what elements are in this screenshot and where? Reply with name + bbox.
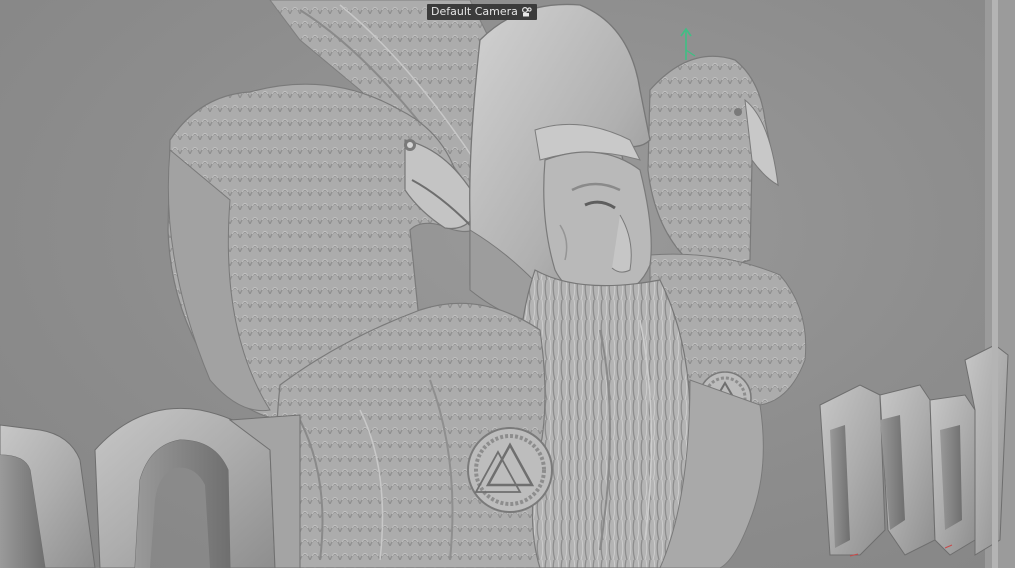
camera-selector[interactable]: Default Camera xyxy=(427,4,537,20)
valknut-medallion-left xyxy=(467,427,553,513)
relief-lettering-right xyxy=(819,344,1009,556)
y-axis-gizmo-icon[interactable] xyxy=(673,26,699,60)
face xyxy=(543,151,652,301)
3d-viewport[interactable]: Default Camera xyxy=(0,0,1015,568)
camera-icon xyxy=(521,6,532,17)
relief-model-render xyxy=(0,0,1015,568)
viewport-edge-strip xyxy=(992,0,998,568)
camera-label-text: Default Camera xyxy=(431,5,518,18)
relief-lettering-left xyxy=(0,407,301,568)
